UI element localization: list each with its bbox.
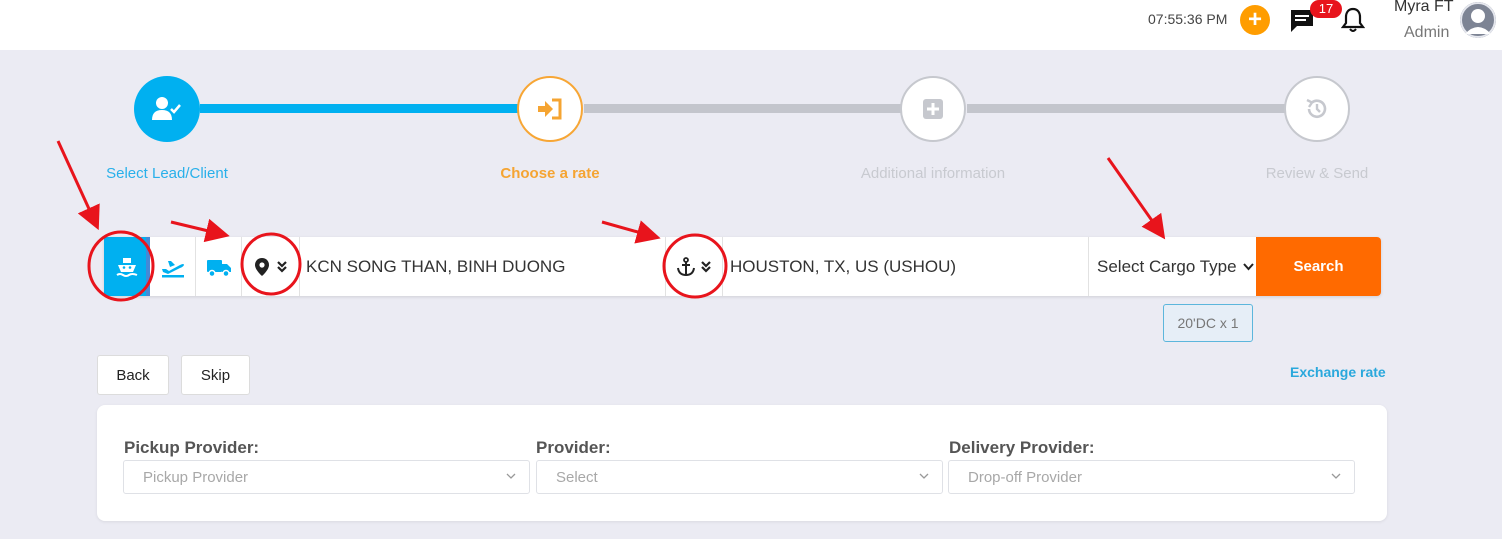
provider-placeholder: Select: [556, 469, 598, 486]
ship-icon: [116, 257, 138, 277]
step-additional-info[interactable]: [900, 76, 966, 142]
skip-button[interactable]: Skip: [181, 355, 250, 395]
map-marker-icon: [254, 257, 269, 276]
clock: 07:55:36 PM: [1148, 11, 1228, 27]
user-check-icon: [152, 97, 181, 120]
delivery-provider-placeholder: Drop-off Provider: [968, 469, 1082, 486]
destination-input[interactable]: HOUSTON, TX, US (USHOU): [730, 257, 956, 277]
step-select-lead[interactable]: [134, 76, 200, 142]
step-label-select-lead[interactable]: Select Lead/Client: [67, 165, 267, 182]
pickup-provider-label: Pickup Provider:: [124, 438, 260, 457]
cargo-type-value: Select Cargo Type: [1097, 256, 1237, 276]
annotation-arrow: [1106, 157, 1166, 240]
step-choose-rate[interactable]: [517, 76, 583, 142]
chevron-down-icon: [919, 473, 929, 479]
mode-sea-button[interactable]: [104, 237, 150, 296]
chevron-down-icon: [1242, 262, 1254, 270]
user-role: Admin: [1404, 24, 1450, 41]
double-chevron-down-icon: [276, 260, 287, 273]
step-label-additional-info[interactable]: Additional information: [833, 165, 1033, 182]
top-bar: 07:55:36 PM + 17 Myra FT Admin: [0, 0, 1502, 50]
provider-select[interactable]: Select: [536, 460, 943, 494]
origin-input[interactable]: KCN SONG THAN, BINH DUONG: [306, 257, 565, 277]
message-badge: 17: [1310, 0, 1342, 18]
chevron-down-icon: [1331, 473, 1341, 479]
double-chevron-down-icon: [701, 260, 711, 273]
step-connector-done: [200, 104, 518, 113]
origin-type-selector[interactable]: [242, 237, 300, 296]
back-button[interactable]: Back: [97, 355, 169, 395]
step-connector-pending: [584, 104, 902, 113]
plane-departure-icon: [161, 260, 184, 277]
cargo-type-select[interactable]: Select Cargo Type: [1088, 237, 1256, 296]
delivery-provider-select[interactable]: Drop-off Provider: [948, 460, 1355, 494]
plus-circle-icon[interactable]: +: [1240, 5, 1270, 35]
user-name[interactable]: Myra FT: [1394, 0, 1454, 16]
step-review-send[interactable]: [1284, 76, 1350, 142]
history-icon: [1306, 98, 1327, 118]
cargo-tag[interactable]: 20'DC x 1: [1163, 304, 1253, 342]
exchange-rate-link[interactable]: Exchange rate: [1290, 364, 1386, 380]
provider-label: Provider:: [536, 438, 611, 457]
user-avatar-icon: [1460, 2, 1496, 38]
plus-square-icon: [923, 99, 943, 119]
anchor-icon: [677, 256, 695, 276]
avatar[interactable]: [1460, 2, 1496, 38]
chevron-down-icon: [506, 473, 516, 479]
step-label-review-send[interactable]: Review & Send: [1217, 165, 1417, 182]
search-button[interactable]: Search: [1256, 237, 1381, 296]
destination-type-selector[interactable]: [665, 237, 723, 296]
pickup-provider-select[interactable]: Pickup Provider: [123, 460, 530, 494]
bell-icon[interactable]: [1341, 7, 1365, 33]
delivery-provider-label: Delivery Provider:: [949, 438, 1095, 457]
annotation-arrow: [170, 218, 230, 243]
annotation-arrow: [601, 220, 661, 244]
step-label-choose-rate[interactable]: Choose a rate: [450, 165, 650, 182]
rate-search-bar: KCN SONG THAN, BINH DUONG HOUSTON, TX, U…: [104, 237, 1381, 296]
mode-air-button[interactable]: [150, 237, 196, 296]
step-connector-pending: [967, 104, 1285, 113]
pickup-provider-placeholder: Pickup Provider: [143, 469, 249, 486]
sign-in-icon: [538, 98, 562, 120]
mode-truck-button[interactable]: [196, 237, 242, 296]
truck-icon: [206, 259, 231, 277]
